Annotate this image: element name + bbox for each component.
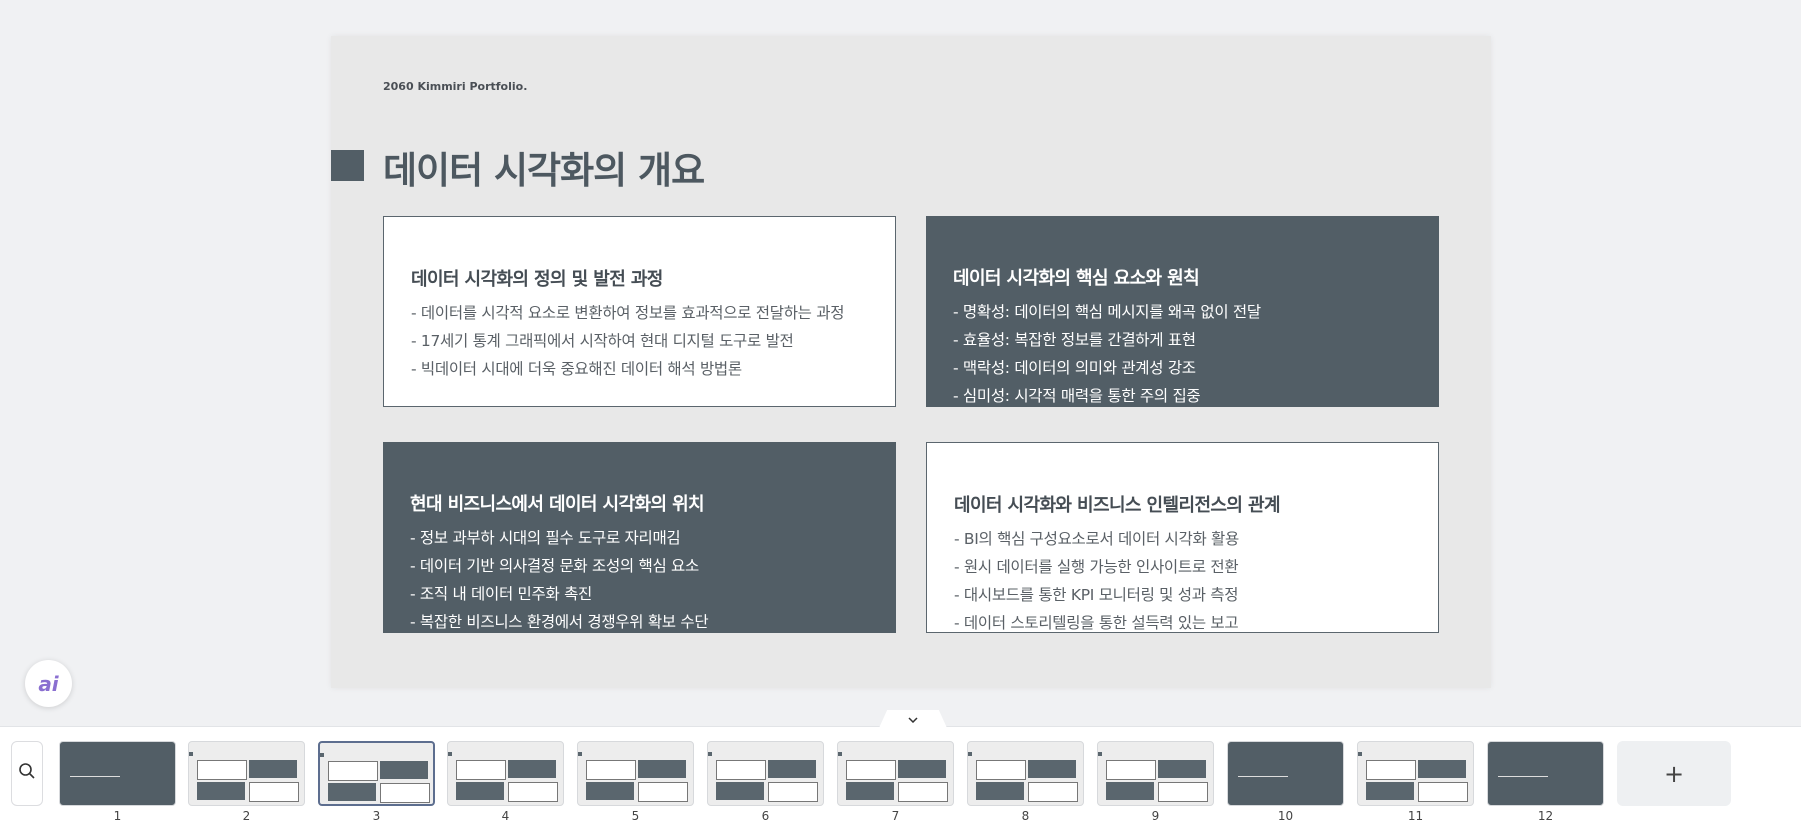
card-heading: 데이터 시각화의 핵심 요소와 원칙 <box>953 268 1200 289</box>
card-item: - 효율성: 복잡한 정보를 간결하게 표현 <box>953 331 1196 349</box>
thumbnail-number: 12 <box>1537 809 1554 823</box>
ai-icon: ai <box>38 671 59 696</box>
card-item: - 대시보드를 통한 KPI 모니터링 및 성과 측정 <box>954 586 1239 604</box>
thumbnail-number: 9 <box>1151 809 1160 823</box>
card-bi-relation: 데이터 시각화와 비즈니스 인텔리전스의 관계 - BI의 핵심 구성요소로서 … <box>926 442 1439 633</box>
slide-thumbnail[interactable] <box>59 741 176 806</box>
thumbnail-number: 1 <box>113 809 122 823</box>
collapse-strip-button[interactable] <box>879 710 947 728</box>
thumbnail-number: 11 <box>1407 809 1424 823</box>
title-accent-bar <box>331 150 364 181</box>
thumbnail-number: 3 <box>372 809 381 823</box>
card-item: - 맥락성: 데이터의 의미와 관계성 강조 <box>953 359 1196 377</box>
thumbnail-number: 4 <box>501 809 510 823</box>
card-item: - 데이터 기반 의사결정 문화 조성의 핵심 요소 <box>410 557 699 575</box>
slide-thumbnail[interactable] <box>577 741 694 806</box>
card-item: - 정보 과부하 시대의 필수 도구로 자리매김 <box>410 529 681 547</box>
card-heading: 데이터 시각화와 비즈니스 인텔리전스의 관계 <box>954 495 1281 516</box>
card-heading: 데이터 시각화의 정의 및 발전 과정 <box>411 269 663 290</box>
slide-title: 데이터 시각화의 개요 <box>383 149 705 192</box>
slide-thumbnail[interactable] <box>1357 741 1474 806</box>
slide-thumbnail[interactable] <box>837 741 954 806</box>
slide-thumbnail[interactable] <box>447 741 564 806</box>
chevron-down-icon <box>908 713 918 726</box>
thumbnail-number: 10 <box>1277 809 1294 823</box>
slide-thumbnail[interactable] <box>967 741 1084 806</box>
zoom-icon <box>18 762 36 785</box>
add-slide-button[interactable]: + <box>1617 741 1731 806</box>
slide-thumbnail[interactable] <box>1097 741 1214 806</box>
plus-icon: + <box>1663 759 1685 788</box>
slide-canvas[interactable]: 2060 Kimmiri Portfolio. 데이터 시각화의 개요 데이터 … <box>331 36 1491 688</box>
card-item: - 17세기 통계 그래픽에서 시작하여 현대 디지털 도구로 발전 <box>411 332 794 350</box>
slide-brand: 2060 Kimmiri Portfolio. <box>383 80 528 93</box>
slide-thumbnail[interactable] <box>1227 741 1344 806</box>
slide-thumbnail[interactable] <box>1487 741 1604 806</box>
card-item: - 복잡한 비즈니스 환경에서 경쟁우위 확보 수단 <box>410 613 709 631</box>
slide-thumbnail[interactable] <box>707 741 824 806</box>
thumbnail-number: 8 <box>1021 809 1030 823</box>
card-principles: 데이터 시각화의 핵심 요소와 원칙 - 명확성: 데이터의 핵심 메시지를 왜… <box>926 216 1439 407</box>
card-item: - 명확성: 데이터의 핵심 메시지를 왜곡 없이 전달 <box>953 303 1261 321</box>
card-heading: 현대 비즈니스에서 데이터 시각화의 위치 <box>410 494 705 515</box>
card-item: - 원시 데이터를 실행 가능한 인사이트로 전환 <box>954 558 1239 576</box>
slide-thumbnail[interactable] <box>188 741 305 806</box>
slide-thumbnail[interactable] <box>318 741 435 806</box>
card-item: - 데이터 스토리텔링을 통한 설득력 있는 보고 <box>954 614 1239 632</box>
zoom-button[interactable] <box>11 741 43 806</box>
thumbnail-number: 2 <box>242 809 251 823</box>
ai-assistant-button[interactable]: ai <box>25 660 72 707</box>
card-definition: 데이터 시각화의 정의 및 발전 과정 - 데이터를 시각적 요소로 변환하여 … <box>383 216 896 407</box>
card-item: - 데이터를 시각적 요소로 변환하여 정보를 효과적으로 전달하는 과정 <box>411 304 845 322</box>
card-business-position: 현대 비즈니스에서 데이터 시각화의 위치 - 정보 과부하 시대의 필수 도구… <box>383 442 896 633</box>
thumbnail-number: 5 <box>631 809 640 823</box>
thumbnail-number: 6 <box>761 809 770 823</box>
card-item: - 빅데이터 시대에 더욱 중요해진 데이터 해석 방법론 <box>411 360 742 378</box>
card-item: - 조직 내 데이터 민주화 촉진 <box>410 585 592 603</box>
thumbnail-number: 7 <box>891 809 900 823</box>
card-item: - 심미성: 시각적 매력을 통한 주의 집중 <box>953 387 1201 405</box>
card-item: - BI의 핵심 구성요소로서 데이터 시각화 활용 <box>954 530 1239 548</box>
